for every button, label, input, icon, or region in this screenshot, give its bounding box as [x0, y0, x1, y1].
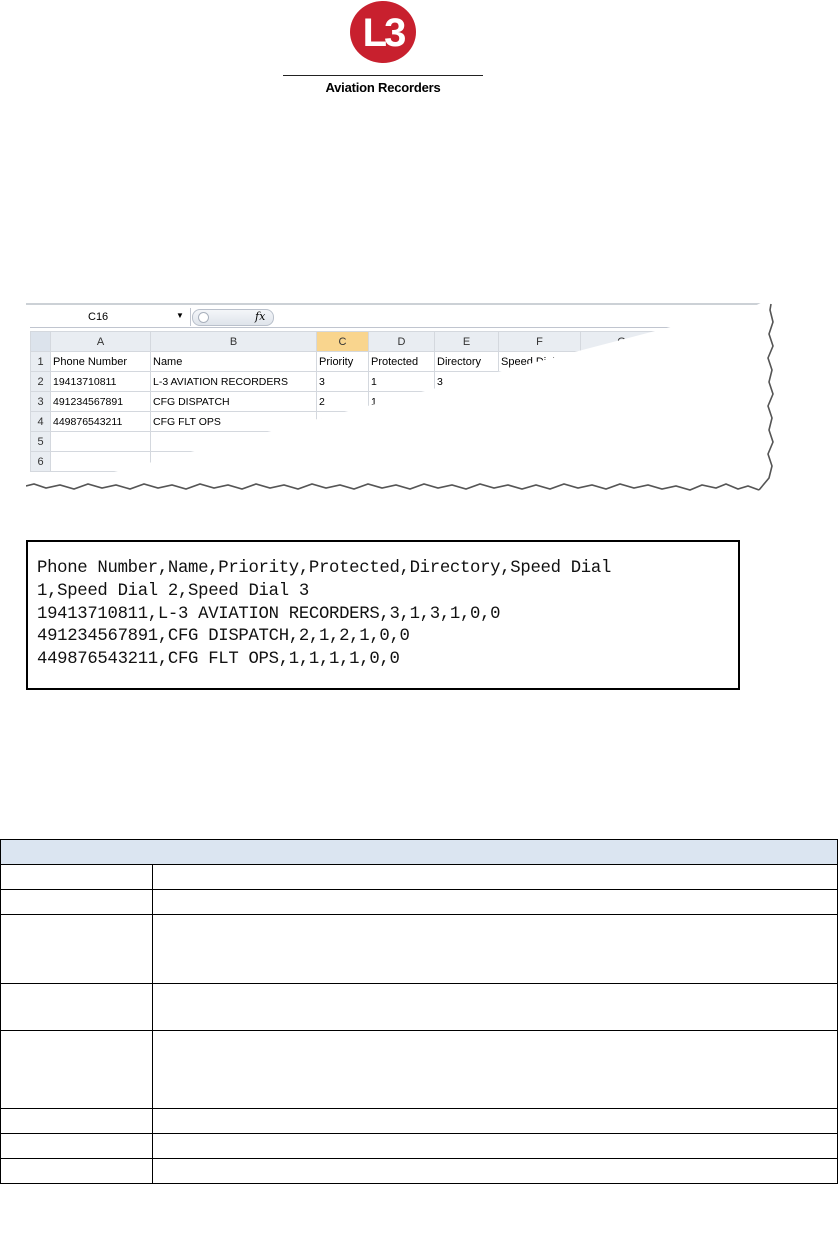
logo-caption: Aviation Recorders [325, 80, 441, 95]
table-cell [152, 864, 838, 890]
table-cell [0, 1158, 153, 1184]
csv-line: 19413710811,L-3 AVIATION RECORDERS,3,1,3… [37, 604, 501, 624]
description-table [0, 839, 838, 1184]
svg-text:L3: L3 [363, 11, 405, 55]
table-cell [0, 1030, 153, 1109]
table-cell [0, 864, 153, 890]
table-cell [152, 914, 838, 984]
spreadsheet-screenshot: C16 ▼ fx ABCDEFGH 1Phone NumberNamePrior… [26, 300, 774, 495]
table-cell [152, 983, 838, 1031]
table-cell [0, 1108, 153, 1134]
table-cell [0, 914, 153, 984]
l3-logo: L3 Aviation Recorders [283, 0, 483, 100]
csv-line: 449876543211,CFG FLT OPS,1,1,1,1,0,0 [37, 650, 400, 670]
table-cell [0, 983, 153, 1031]
csv-line: Phone Number,Name,Priority,Protected,Dir… [37, 559, 612, 578]
table-cell [152, 889, 838, 915]
csv-line: 1,Speed Dial 2,Speed Dial 3 [37, 581, 309, 601]
torn-edge-frame [26, 300, 774, 495]
table-cell [152, 1108, 838, 1134]
csv-content: Phone Number,Name,Priority,Protected,Dir… [37, 558, 611, 672]
l3-logo-mark-icon: L3 [350, 1, 416, 63]
csv-text-box: Phone Number,Name,Priority,Protected,Dir… [26, 540, 740, 690]
table-cell [152, 1158, 838, 1184]
table-cell [0, 1133, 153, 1159]
table-header-row [0, 839, 838, 865]
table-cell [152, 1133, 838, 1159]
table-cell [152, 1030, 838, 1109]
table-cell [0, 889, 153, 915]
csv-line: 491234567891,CFG DISPATCH,2,1,2,1,0,0 [37, 627, 410, 647]
logo-divider [283, 75, 483, 76]
